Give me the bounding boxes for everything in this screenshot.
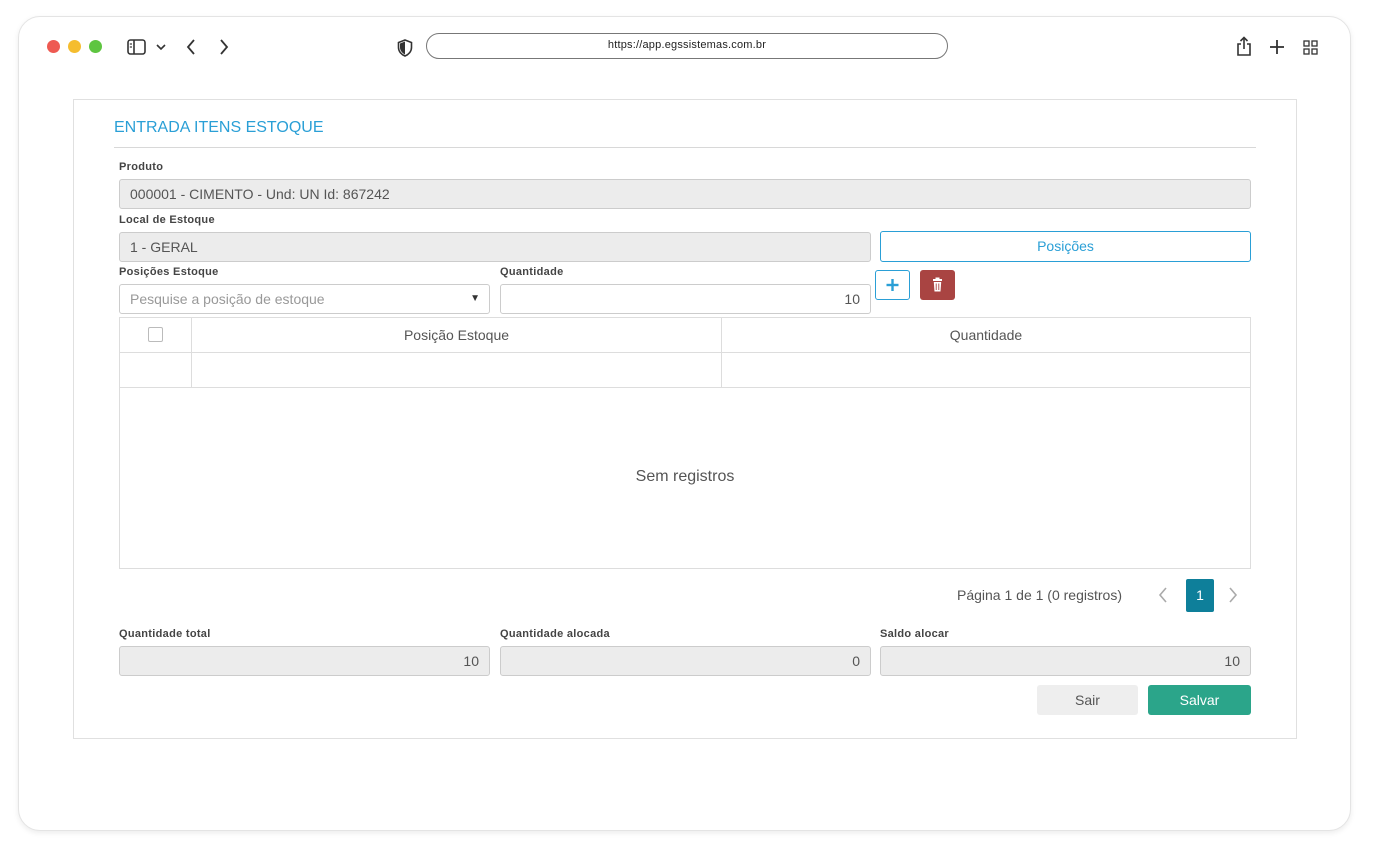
- produto-field: 000001 - CIMENTO - Und: UN Id: 867242: [119, 179, 1251, 209]
- quantidade-input[interactable]: 10: [500, 284, 871, 314]
- next-page-icon[interactable]: [1227, 585, 1239, 605]
- quantidade-alocada-label: Quantidade alocada: [500, 628, 610, 640]
- address-bar[interactable]: https://app.egssistemas.com.br: [426, 33, 948, 59]
- page-title: ENTRADA ITENS ESTOQUE: [114, 119, 324, 136]
- back-icon[interactable]: [185, 38, 197, 56]
- saldo-alocar-label: Saldo alocar: [880, 628, 950, 640]
- share-icon[interactable]: [1236, 36, 1252, 57]
- local-estoque-label: Local de Estoque: [119, 214, 215, 226]
- maximize-window-button[interactable]: [89, 40, 102, 53]
- forward-icon[interactable]: [218, 38, 230, 56]
- column-posicao-estoque[interactable]: Posição Estoque: [192, 318, 721, 353]
- posicoes-estoque-label: Posições Estoque: [119, 266, 219, 278]
- plus-icon: [886, 279, 899, 291]
- select-all-checkbox[interactable]: [148, 327, 163, 342]
- column-quantidade[interactable]: Quantidade: [722, 318, 1250, 353]
- header-divider: [120, 352, 1250, 353]
- posicoes-button[interactable]: Posições: [880, 231, 1251, 262]
- empty-message: Sem registros: [635, 468, 735, 485]
- quantidade-label: Quantidade: [500, 266, 564, 278]
- positions-grid: Posição Estoque Quantidade Sem registros: [119, 317, 1251, 569]
- delete-position-button[interactable]: [920, 270, 955, 300]
- page-button-current[interactable]: 1: [1186, 579, 1214, 612]
- add-position-button[interactable]: [875, 270, 910, 300]
- quantidade-total-field: 10: [119, 646, 490, 676]
- quantidade-total-label: Quantidade total: [119, 628, 211, 640]
- sair-button[interactable]: Sair: [1037, 685, 1138, 715]
- caret-down-icon: ▼: [470, 293, 480, 304]
- posicao-estoque-select[interactable]: Pesquise a posição de estoque ▼: [119, 284, 490, 314]
- sidebar-icon[interactable]: [127, 39, 147, 55]
- quantidade-alocada-field: 0: [500, 646, 871, 676]
- tabs-grid-icon[interactable]: [1303, 40, 1318, 55]
- saldo-alocar-field: 10: [880, 646, 1251, 676]
- minimize-window-button[interactable]: [68, 40, 81, 53]
- chevron-down-icon[interactable]: [156, 44, 166, 51]
- filter-row-divider: [120, 387, 1250, 388]
- local-estoque-field: 1 - GERAL: [119, 232, 871, 262]
- title-divider: [114, 147, 1256, 148]
- previous-page-icon[interactable]: [1157, 585, 1169, 605]
- close-window-button[interactable]: [47, 40, 60, 53]
- pager-summary: Página 1 de 1 (0 registros): [957, 587, 1122, 603]
- produto-label: Produto: [119, 161, 164, 173]
- trash-icon: [933, 277, 942, 292]
- posicao-estoque-placeholder: Pesquise a posição de estoque: [130, 291, 325, 307]
- shield-icon: [397, 39, 413, 57]
- salvar-button[interactable]: Salvar: [1148, 685, 1251, 715]
- new-tab-icon[interactable]: [1269, 39, 1285, 55]
